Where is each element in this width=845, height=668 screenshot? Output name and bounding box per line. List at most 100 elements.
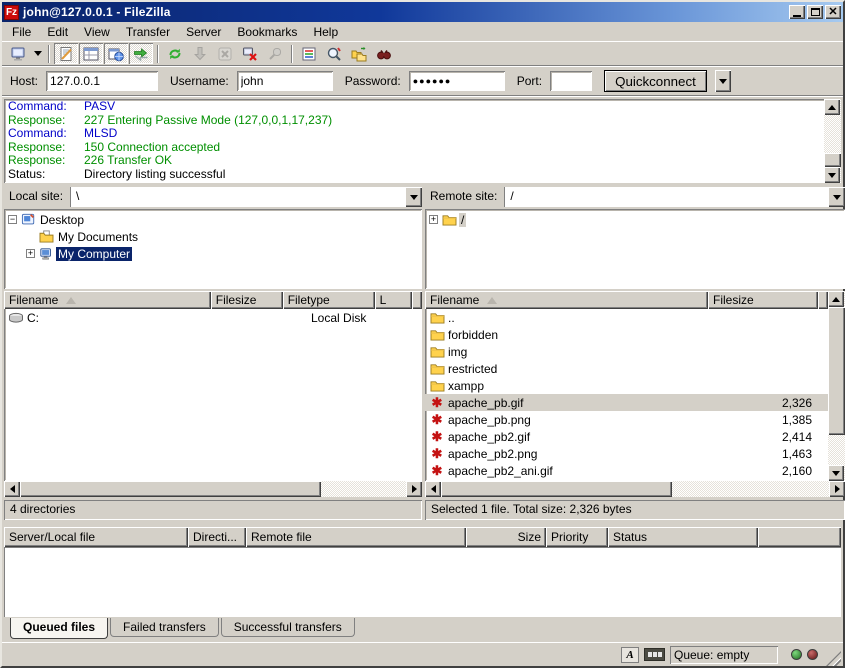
column-header-label: Priority (551, 530, 588, 544)
transfer-type-indicator-icon[interactable]: A (621, 647, 639, 663)
scroll-down-icon (828, 173, 836, 178)
quickconnect-dropdown-button[interactable] (715, 70, 731, 92)
remote-site-dropdown-button[interactable] (828, 187, 845, 207)
cancel-button[interactable] (213, 43, 237, 64)
minimize-button[interactable] (789, 5, 805, 19)
local-column-header-filename[interactable]: Filename (4, 291, 211, 309)
local-horizontal-scrollbar[interactable] (4, 481, 422, 497)
compare-button[interactable] (322, 43, 346, 64)
process-queue-button[interactable] (188, 43, 212, 64)
speed-limit-indicator-icon[interactable] (644, 648, 665, 661)
scroll-left-button[interactable] (4, 481, 20, 497)
toggle-remote-tree-button[interactable] (104, 43, 128, 64)
collapse-icon[interactable]: − (8, 215, 17, 224)
scroll-up-button[interactable] (824, 99, 840, 115)
scroll-down-button[interactable] (824, 167, 840, 183)
queue-column-header-filler (758, 527, 841, 547)
local-tree-item[interactable]: +My Computer (4, 245, 422, 262)
site-manager-button[interactable] (6, 43, 30, 64)
password-input[interactable] (409, 71, 505, 91)
remote-file-row[interactable]: ✱apache_pb2_ani.gif2,160 (425, 462, 828, 479)
message-log-scrollbar[interactable] (824, 99, 841, 183)
remote-file-row[interactable]: ✱apache_pb2.png1,463 (425, 445, 828, 462)
local-column-header-filesize[interactable]: Filesize (211, 291, 283, 309)
disconnect-button[interactable] (238, 43, 262, 64)
local-tree-item[interactable]: My Documents (4, 228, 422, 245)
remote-file-row[interactable]: img (425, 343, 828, 360)
remote-file-row[interactable]: ✱apache_pb.png1,385 (425, 411, 828, 428)
close-button[interactable]: ✕ (825, 5, 841, 19)
scroll-right-button[interactable] (406, 481, 422, 497)
toggle-remote-tree-icon (108, 46, 124, 62)
remote-horizontal-scrollbar[interactable] (425, 481, 845, 497)
reconnect-button[interactable] (263, 43, 287, 64)
filezilla-logo-icon[interactable]: Fz (4, 5, 19, 20)
remote-file-row[interactable]: xampp (425, 377, 828, 394)
toggle-local-tree-button[interactable] (79, 43, 103, 64)
local-site-path[interactable]: \ (71, 187, 405, 207)
scroll-left-button[interactable] (425, 481, 441, 497)
remote-vertical-scrollbar[interactable] (828, 291, 845, 481)
scrollbar-thumb[interactable] (824, 153, 841, 167)
tab-failed-transfers[interactable]: Failed transfers (110, 618, 219, 637)
refresh-button[interactable] (163, 43, 187, 64)
toggle-transfer-queue-button[interactable] (129, 43, 153, 64)
queue-column-header-serverlocalfile[interactable]: Server/Local file (4, 527, 188, 547)
resize-grip[interactable] (826, 651, 841, 666)
host-input[interactable] (46, 71, 158, 91)
port-input[interactable] (550, 71, 592, 91)
scroll-up-button[interactable] (828, 291, 844, 307)
local-column-header-l[interactable]: L (375, 291, 412, 309)
filter-button[interactable] (297, 43, 321, 64)
find-button[interactable] (372, 43, 396, 64)
remote-file-row[interactable]: ✱apache_pb.gif2,326 (425, 394, 828, 411)
maximize-button[interactable] (807, 5, 823, 19)
queue-column-header-priority[interactable]: Priority (546, 527, 608, 547)
remote-file-list: FilenameFilesize ..forbiddenimgrestricte… (425, 291, 845, 481)
scrollbar-thumb[interactable] (441, 481, 672, 497)
scrollbar-thumb[interactable] (20, 481, 321, 497)
menu-item-transfer[interactable]: Transfer (118, 23, 178, 41)
local-file-row[interactable]: C:Local Disk (4, 309, 422, 326)
expand-icon[interactable]: + (26, 249, 35, 258)
tab-successful-transfers[interactable]: Successful transfers (221, 618, 355, 637)
toggle-message-log-button[interactable] (54, 43, 78, 64)
quickconnect-button[interactable]: Quickconnect (604, 70, 707, 92)
remote-tree-item[interactable]: +/ (425, 211, 845, 228)
remote-file-row[interactable]: restricted (425, 360, 828, 377)
file-name-cell: .. (425, 309, 708, 326)
local-column-header-filetype[interactable]: Filetype (283, 291, 375, 309)
remote-file-row[interactable]: forbidden (425, 326, 828, 343)
queue-column-header-size[interactable]: Size (466, 527, 546, 547)
remote-file-row[interactable]: ✱apache_pb2.gif2,414 (425, 428, 828, 445)
menu-item-server[interactable]: Server (178, 23, 229, 41)
remote-site-path[interactable]: / (505, 187, 828, 207)
remote-file-row[interactable]: .. (425, 309, 828, 326)
tab-queued-files[interactable]: Queued files (10, 618, 108, 639)
activity-led-green-icon (791, 649, 802, 660)
scroll-right-button[interactable] (829, 481, 845, 497)
scroll-down-button[interactable] (828, 465, 844, 481)
sync-browsing-button[interactable] (347, 43, 371, 64)
queue-column-header-directi[interactable]: Directi... (188, 527, 246, 547)
remote-column-header-filesize[interactable]: Filesize (708, 291, 818, 309)
remote-column-header-filename[interactable]: Filename (425, 291, 708, 309)
local-tree-item[interactable]: −Desktop (4, 211, 422, 228)
local-site-dropdown-button[interactable] (405, 187, 422, 207)
image-file-icon: ✱ (428, 430, 446, 443)
scrollbar-thumb[interactable] (828, 307, 845, 435)
menu-item-help[interactable]: Help (305, 23, 346, 41)
folder-icon (442, 213, 459, 226)
log-line-label: Response: (8, 154, 84, 168)
quickconnect-bar: Host: Username: Password: Port: Quickcon… (2, 67, 843, 95)
queue-column-header-status[interactable]: Status (608, 527, 758, 547)
menu-item-edit[interactable]: Edit (39, 23, 76, 41)
log-line: Status:Directory listing successful (8, 168, 839, 182)
queue-column-header-remotefile[interactable]: Remote file (246, 527, 466, 547)
menu-item-file[interactable]: File (4, 23, 39, 41)
expand-icon[interactable]: + (429, 215, 438, 224)
username-input[interactable] (237, 71, 333, 91)
menu-item-view[interactable]: View (76, 23, 118, 41)
site-manager-dropdown-button[interactable] (31, 43, 44, 64)
menu-item-bookmarks[interactable]: Bookmarks (229, 23, 305, 41)
